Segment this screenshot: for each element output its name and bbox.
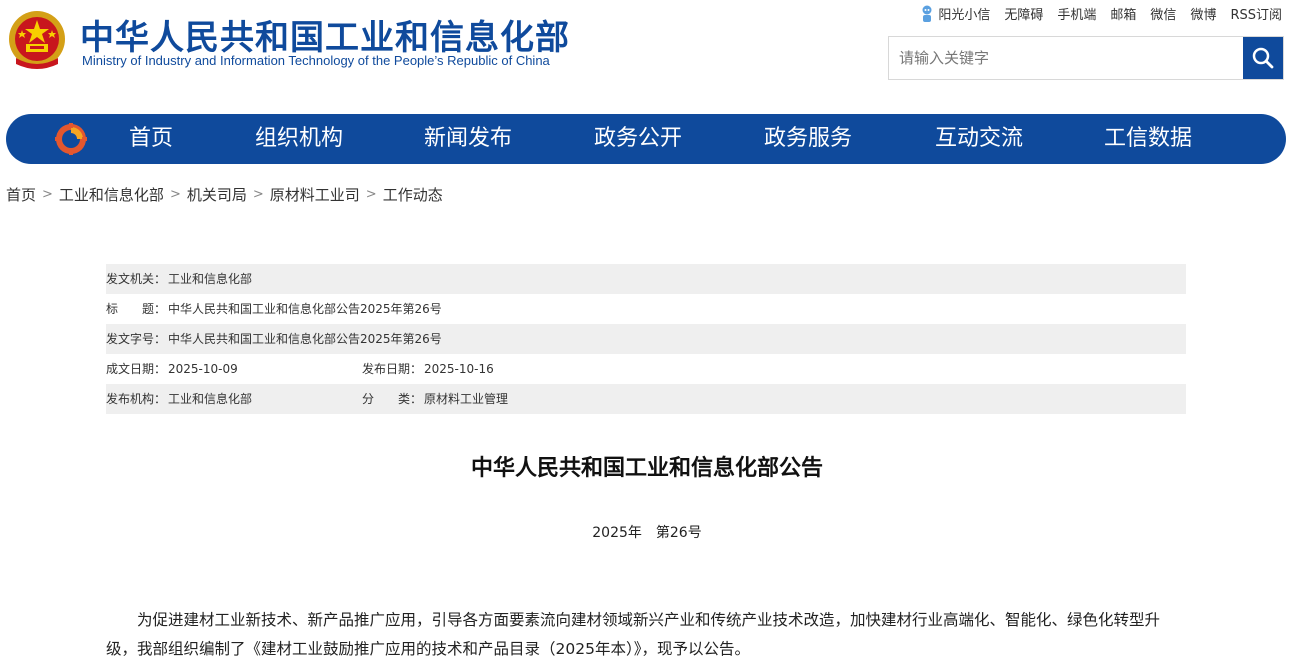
nav-home[interactable]: 首页 <box>129 114 173 164</box>
document-meta-table: 发文机关： 工业和信息化部 标 题： 中华人民共和国工业和信息化部公告2025年… <box>106 264 1186 414</box>
meta-label: 分 类： <box>362 392 423 406</box>
nav-data[interactable]: 工信数据 <box>1104 114 1192 164</box>
breadcrumb-work-news[interactable]: 工作动态 <box>383 184 443 205</box>
meta-label: 标 题： <box>106 302 167 316</box>
meta-docno: 中华人民共和国工业和信息化部公告2025年第26号 <box>168 332 442 346</box>
search-box <box>888 36 1284 80</box>
breadcrumb-separator: > <box>42 187 53 202</box>
national-emblem-icon[interactable] <box>6 8 68 74</box>
sunshine-link[interactable]: 阳光小信 <box>920 4 990 23</box>
site-subtitle: Ministry of Industry and Information Tec… <box>82 53 550 68</box>
site-header: 中华人民共和国工业和信息化部 Ministry of Industry and … <box>0 0 1294 110</box>
breadcrumb-home[interactable]: 首页 <box>6 184 36 205</box>
miit-logo-icon[interactable] <box>54 122 88 156</box>
meta-row-issuer: 发文机关： 工业和信息化部 <box>106 264 1186 294</box>
nav-government-services[interactable]: 政务服务 <box>764 114 852 164</box>
main-nav: 首页 组织机构 新闻发布 政务公开 政务服务 互动交流 工信数据 <box>6 114 1286 164</box>
breadcrumb-ministry[interactable]: 工业和信息化部 <box>59 184 164 205</box>
robot-icon <box>922 5 932 22</box>
rss-link[interactable]: RSS订阅 <box>1230 4 1282 23</box>
breadcrumb-separator: > <box>252 187 264 202</box>
breadcrumb-raw-materials[interactable]: 原材料工业司 <box>270 184 360 205</box>
article-number: 2025年 第26号 <box>592 525 702 541</box>
article-paragraph: 为促进建材工业新技术、新产品推广应用，引导各方面要素流向建材领域新兴产业和传统产… <box>106 611 1161 658</box>
mail-link[interactable]: 邮箱 <box>1110 4 1136 23</box>
meta-row-org: 发布机构： 工业和信息化部 分 类： 原材料工业管理 <box>106 384 1186 414</box>
search-button[interactable] <box>1243 37 1283 79</box>
meta-title: 中华人民共和国工业和信息化部公告2025年第26号 <box>168 302 442 316</box>
nav-government-info[interactable]: 政务公开 <box>594 114 682 164</box>
breadcrumb-separator: > <box>365 187 377 202</box>
nav-news[interactable]: 新闻发布 <box>424 114 512 164</box>
weibo-link[interactable]: 微博 <box>1190 4 1216 23</box>
meta-published-date: 2025-10-16 <box>424 362 494 376</box>
meta-written-date: 2025-10-09 <box>168 362 238 376</box>
meta-issuer: 工业和信息化部 <box>168 272 253 286</box>
sunshine-label: 阳光小信 <box>938 8 991 23</box>
top-links: 阳光小信 无障碍 手机端 邮箱 微信 微博 RSS订阅 <box>906 4 1282 23</box>
meta-row-docno: 发文字号： 中华人民共和国工业和信息化部公告2025年第26号 <box>106 324 1186 354</box>
meta-label: 发布日期： <box>362 362 423 376</box>
meta-row-dates: 成文日期： 2025-10-09 发布日期： 2025-10-16 <box>106 354 1186 384</box>
mobile-link[interactable]: 手机端 <box>1057 4 1096 23</box>
meta-label: 发文字号： <box>106 332 167 346</box>
nav-interaction[interactable]: 互动交流 <box>935 114 1023 164</box>
accessibility-link[interactable]: 无障碍 <box>1004 4 1043 23</box>
article-title: 中华人民共和国工业和信息化部公告 <box>470 456 823 481</box>
meta-row-title: 标 题： 中华人民共和国工业和信息化部公告2025年第26号 <box>106 294 1186 324</box>
breadcrumb: 首页 > 工业和信息化部 > 机关司局 > 原材料工业司 > 工作动态 <box>6 184 443 205</box>
meta-org: 工业和信息化部 <box>168 392 253 406</box>
search-icon <box>1252 47 1274 69</box>
wechat-link[interactable]: 微信 <box>1150 4 1176 23</box>
breadcrumb-departments[interactable]: 机关司局 <box>187 184 247 205</box>
breadcrumb-separator: > <box>169 187 181 202</box>
meta-label: 发文机关： <box>106 272 167 286</box>
site-title[interactable]: 中华人民共和国工业和信息化部 <box>80 10 570 59</box>
meta-category: 原材料工业管理 <box>424 392 509 406</box>
search-input[interactable] <box>889 37 1245 79</box>
nav-organization[interactable]: 组织机构 <box>255 114 343 164</box>
meta-label: 发布机构： <box>106 392 167 406</box>
meta-label: 成文日期： <box>106 362 167 376</box>
